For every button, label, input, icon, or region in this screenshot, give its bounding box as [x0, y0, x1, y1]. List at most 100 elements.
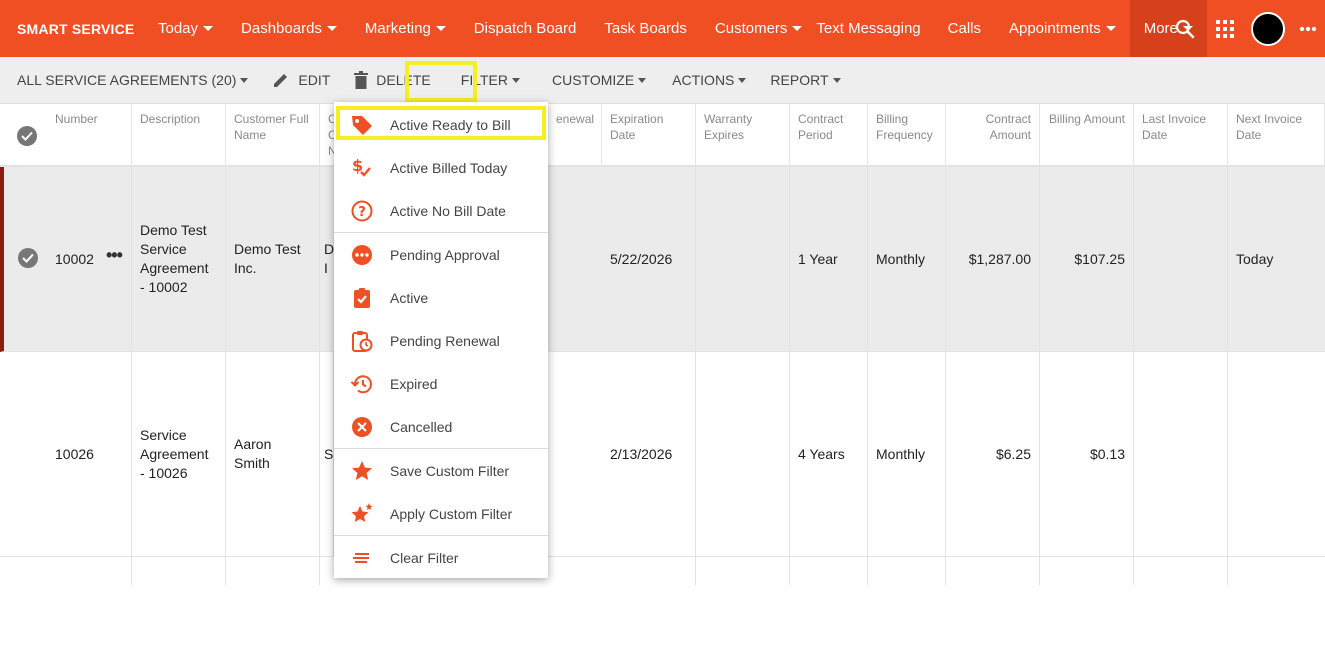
- filter-cancelled[interactable]: Cancelled: [334, 405, 548, 448]
- filter-active-billed-today[interactable]: $ Active Billed Today: [334, 146, 548, 189]
- filter-pending-approval[interactable]: Pending Approval: [334, 233, 548, 276]
- filter-expired[interactable]: Expired: [334, 362, 548, 405]
- customize-button[interactable]: CUSTOMIZE: [532, 57, 658, 104]
- filter-save-custom[interactable]: Save Custom Filter: [334, 449, 548, 492]
- cell-description: Demo Test Service Agreement - 10002: [132, 167, 226, 351]
- col-customer-full-name[interactable]: Customer Full Name: [226, 104, 320, 167]
- col-last-invoice-date[interactable]: Last Invoice Date: [1134, 104, 1228, 167]
- cell-warranty: [696, 557, 790, 585]
- nav-calls[interactable]: Calls: [921, 0, 995, 57]
- chevron-down-icon: [511, 77, 520, 83]
- menu-item-label: Apply Custom Filter: [390, 505, 513, 522]
- cell-contract-amount: $1,287.00: [946, 167, 1040, 351]
- select-all-checkbox[interactable]: [17, 126, 37, 146]
- menu-highlight-box: [336, 106, 546, 140]
- view-selector[interactable]: ALL SERVICE AGREEMENTS (20): [0, 57, 260, 104]
- trash-icon: [354, 71, 369, 89]
- report-button-label: REPORT: [770, 72, 829, 88]
- close-circle-icon: [350, 415, 374, 439]
- svg-text:?: ?: [358, 205, 366, 220]
- filter-dropdown-menu: Active Ready to Bill $ Active Billed Tod…: [334, 102, 548, 578]
- col-number[interactable]: Number: [47, 104, 132, 167]
- menu-item-label: Pending Approval: [390, 246, 500, 263]
- nav-task-boards[interactable]: Task Boards: [590, 0, 701, 57]
- nav-marketing[interactable]: Marketing: [351, 0, 460, 57]
- clear-lines-icon: [350, 546, 374, 570]
- cell-customer: Demo Test Inc.: [226, 167, 320, 351]
- filter-pending-renewal[interactable]: Pending Renewal: [334, 319, 548, 362]
- row-checkbox[interactable]: [18, 248, 38, 268]
- filter-clear[interactable]: Clear Filter: [334, 536, 548, 579]
- nav-right-tools: [1165, 0, 1325, 57]
- cell-expiration: 2/13/2026: [602, 352, 696, 556]
- edit-button[interactable]: EDIT: [260, 57, 342, 104]
- menu-item-label: Active: [390, 289, 429, 306]
- cell-frequency: Monthly: [868, 167, 946, 351]
- cell-number: [47, 557, 132, 585]
- filter-active[interactable]: Active: [334, 276, 548, 319]
- brand-logo[interactable]: SMART SERVICE: [0, 21, 144, 37]
- table-row[interactable]: [0, 557, 1325, 585]
- chevron-down-icon: [638, 77, 647, 83]
- col-billing-amount[interactable]: Billing Amount: [1040, 104, 1134, 167]
- chevron-down-icon: [738, 77, 747, 83]
- cell-frequency: [868, 557, 946, 585]
- row-more-icon[interactable]: •••: [106, 245, 123, 266]
- col-expiration-date[interactable]: Expiration Date: [602, 104, 696, 167]
- actions-button-label: ACTIONS: [672, 72, 735, 88]
- nav-text-messaging[interactable]: Text Messaging: [816, 0, 920, 57]
- pencil-icon: [274, 74, 288, 87]
- cell-warranty: [696, 352, 790, 556]
- cell-number: 10026: [47, 352, 132, 556]
- cell-billing-amount: $107.25: [1040, 167, 1134, 351]
- filter-highlight-box: [405, 61, 477, 102]
- actions-button[interactable]: ACTIONS: [658, 57, 758, 104]
- col-contract-period[interactable]: Contract Period: [790, 104, 868, 167]
- cell-expiration: 5/22/2026: [602, 167, 696, 351]
- chevron-down-icon: [435, 26, 446, 31]
- menu-item-label: Save Custom Filter: [390, 462, 510, 479]
- cell-last-invoice: [1134, 167, 1228, 351]
- star-icon: [350, 459, 374, 483]
- cell-period: 4 Years: [790, 352, 868, 556]
- table-row[interactable]: 10026 Service Agreement - 10026 Aaron Sm…: [0, 352, 1325, 557]
- filter-active-no-bill-date[interactable]: ? Active No Bill Date: [334, 189, 548, 232]
- search-icon[interactable]: [1165, 0, 1205, 57]
- billed-check-icon: $: [350, 156, 374, 180]
- stars-icon: [350, 502, 374, 526]
- col-contract-amount[interactable]: Contract Amount: [946, 104, 1040, 167]
- top-navigation-bar: SMART SERVICE Today Dashboards Marketing…: [0, 0, 1325, 57]
- col-warranty-expires[interactable]: Warranty Expires: [696, 104, 790, 167]
- menu-item-label: Pending Renewal: [390, 332, 500, 349]
- chevron-down-icon: [1105, 26, 1116, 31]
- nav-today[interactable]: Today: [144, 0, 227, 57]
- cell-last-invoice: [1134, 557, 1228, 585]
- col-description[interactable]: Description: [132, 104, 226, 167]
- nav-dispatch-board[interactable]: Dispatch Board: [460, 0, 591, 57]
- chevron-down-icon: [832, 77, 841, 83]
- apps-grid-icon[interactable]: [1205, 0, 1245, 57]
- cell-last-invoice: [1134, 352, 1228, 556]
- cell-billing-amount: $0.13: [1040, 352, 1134, 556]
- nav-dispatch-board-label: Dispatch Board: [473, 20, 577, 37]
- cell-warranty: [696, 167, 790, 351]
- cell-expiration: [602, 557, 696, 585]
- col-next-invoice-date[interactable]: Next Invoice Date: [1228, 104, 1325, 167]
- menu-item-label: Expired: [390, 375, 438, 392]
- more-horizontal-icon[interactable]: [1291, 0, 1325, 57]
- filter-apply-custom[interactable]: Apply Custom Filter: [334, 492, 548, 535]
- table-row[interactable]: 10002 ••• Demo Test Service Agreement - …: [0, 167, 1325, 352]
- cell-contract-amount: [946, 557, 1040, 585]
- col-renewal[interactable]: enewal: [548, 104, 602, 167]
- col-billing-frequency[interactable]: Billing Frequency: [868, 104, 946, 167]
- nav-today-label: Today: [158, 20, 199, 37]
- avatar[interactable]: [1251, 11, 1285, 46]
- report-button[interactable]: REPORT: [758, 57, 852, 104]
- service-agreements-grid: Number Description Customer Full Name C …: [0, 104, 1325, 585]
- cell-period: [790, 557, 868, 585]
- nav-dashboards[interactable]: Dashboards: [227, 0, 351, 57]
- nav-customers[interactable]: Customers: [701, 0, 817, 57]
- nav-appointments[interactable]: Appointments: [995, 0, 1130, 57]
- edit-button-label: EDIT: [298, 72, 331, 88]
- nav-calls-label: Calls: [947, 20, 981, 37]
